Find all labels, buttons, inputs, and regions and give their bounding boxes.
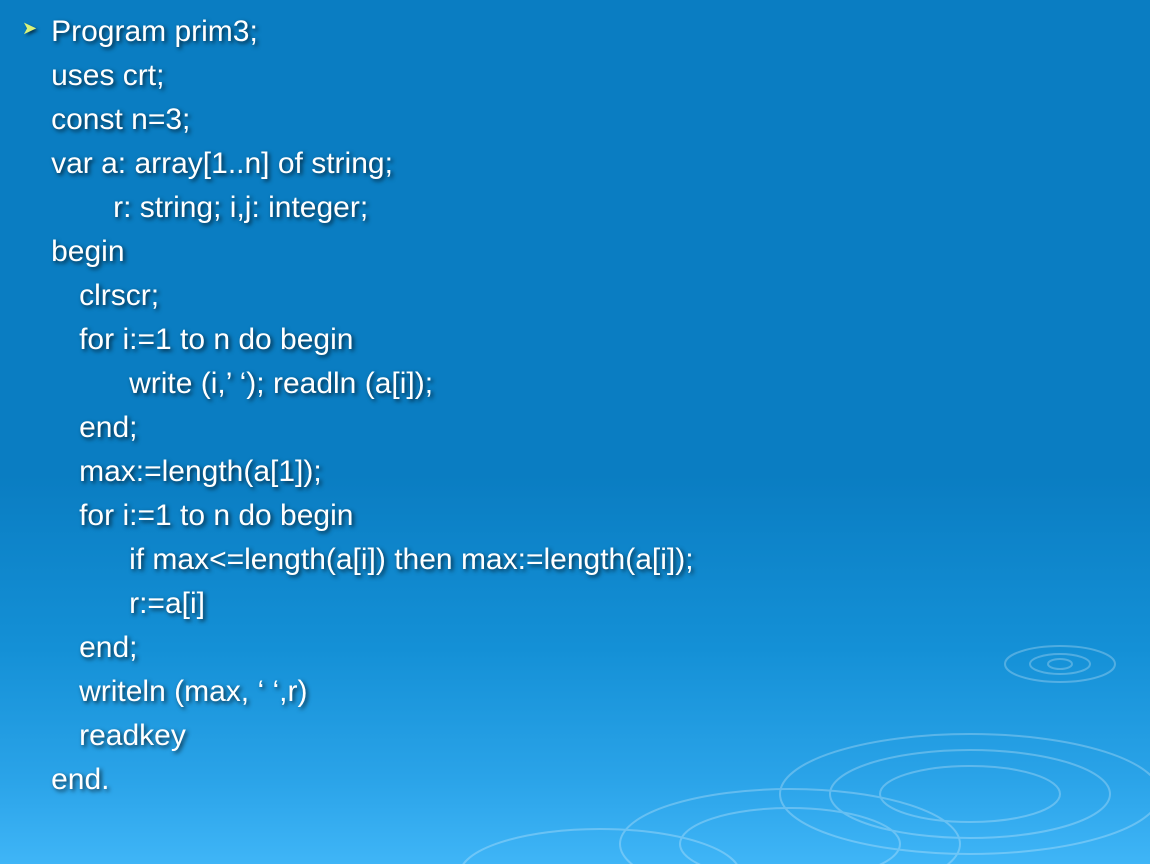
- code-line: var a: array[1..n] of string;: [51, 142, 693, 186]
- slide-content: ➤ Program prim3;uses crt;const n=3;var a…: [0, 0, 1150, 802]
- code-line: writeln (max, ‘ ‘,r): [51, 670, 693, 714]
- code-line: for i:=1 to n do begin: [51, 494, 693, 538]
- code-line: max:=length(a[1]);: [51, 450, 693, 494]
- code-line: r:=a[i]: [51, 582, 693, 626]
- code-line: write (i,’ ‘); readln (a[i]);: [51, 362, 693, 406]
- code-line: if max<=length(a[i]) then max:=length(a[…: [51, 538, 693, 582]
- code-line: Program prim3;: [51, 10, 693, 54]
- code-listing: Program prim3;uses crt;const n=3;var a: …: [51, 10, 693, 802]
- code-line: r: string; i,j: integer;: [51, 186, 693, 230]
- code-line: clrscr;: [51, 274, 693, 318]
- code-line: uses crt;: [51, 54, 693, 98]
- code-line: begin: [51, 230, 693, 274]
- code-line: const n=3;: [51, 98, 693, 142]
- code-line: end.: [51, 758, 693, 802]
- code-line: for i:=1 to n do begin: [51, 318, 693, 362]
- code-line: end;: [51, 626, 693, 670]
- bullet-arrow-icon: ➤: [22, 10, 37, 46]
- code-line: readkey: [51, 714, 693, 758]
- code-line: end;: [51, 406, 693, 450]
